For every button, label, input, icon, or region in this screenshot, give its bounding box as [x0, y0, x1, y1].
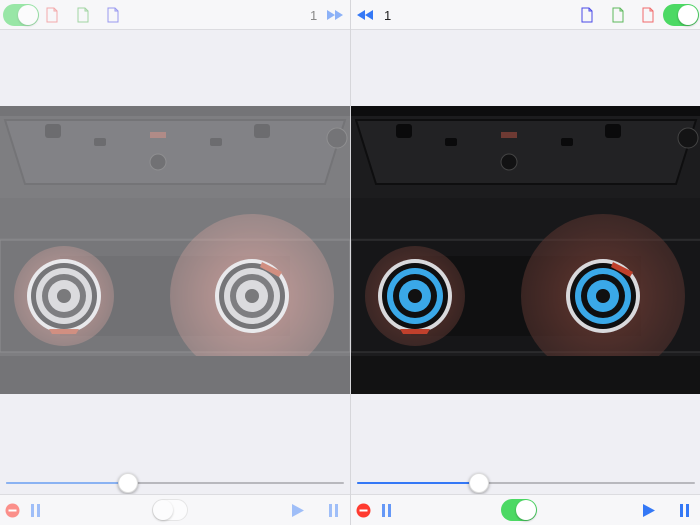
play-icon[interactable] [292, 504, 304, 517]
right-cassette [351, 106, 700, 394]
document-red-icon[interactable] [642, 7, 654, 23]
left-player-pane: 1 [0, 0, 350, 525]
right-bottom-toolbar [351, 494, 700, 525]
left-slider-thumb[interactable] [118, 473, 138, 493]
pause-icon[interactable] [679, 504, 691, 517]
document-red-icon[interactable] [46, 7, 58, 23]
right-bottom-toggle[interactable] [501, 499, 537, 521]
document-green-icon[interactable] [612, 7, 624, 23]
left-bottom-toggle[interactable] [152, 499, 188, 521]
document-green-icon[interactable] [77, 7, 89, 23]
pause-icon[interactable] [381, 504, 393, 517]
left-top-toolbar: 1 [0, 0, 350, 30]
left-counter: 1 [310, 8, 318, 23]
left-bottom-toolbar [0, 494, 350, 525]
left-top-toggle[interactable] [3, 4, 39, 26]
right-counter: 1 [384, 8, 392, 23]
fast-forward-icon[interactable] [327, 10, 343, 20]
pause-icon[interactable] [328, 504, 340, 517]
right-top-toolbar: 1 [351, 0, 700, 30]
right-slider-thumb[interactable] [469, 473, 489, 493]
right-position-slider[interactable] [357, 473, 695, 493]
screen: 1 1 [0, 0, 700, 525]
stop-icon[interactable] [356, 503, 371, 518]
play-icon[interactable] [643, 504, 655, 517]
left-cassette [0, 106, 350, 394]
rewind-icon[interactable] [357, 10, 373, 20]
pause-icon[interactable] [30, 504, 42, 517]
right-top-toggle[interactable] [663, 4, 699, 26]
document-blue-icon[interactable] [581, 7, 593, 23]
left-position-slider[interactable] [6, 473, 344, 493]
stop-icon[interactable] [5, 503, 20, 518]
right-player-pane: 1 [350, 0, 700, 525]
document-blue-icon[interactable] [107, 7, 119, 23]
